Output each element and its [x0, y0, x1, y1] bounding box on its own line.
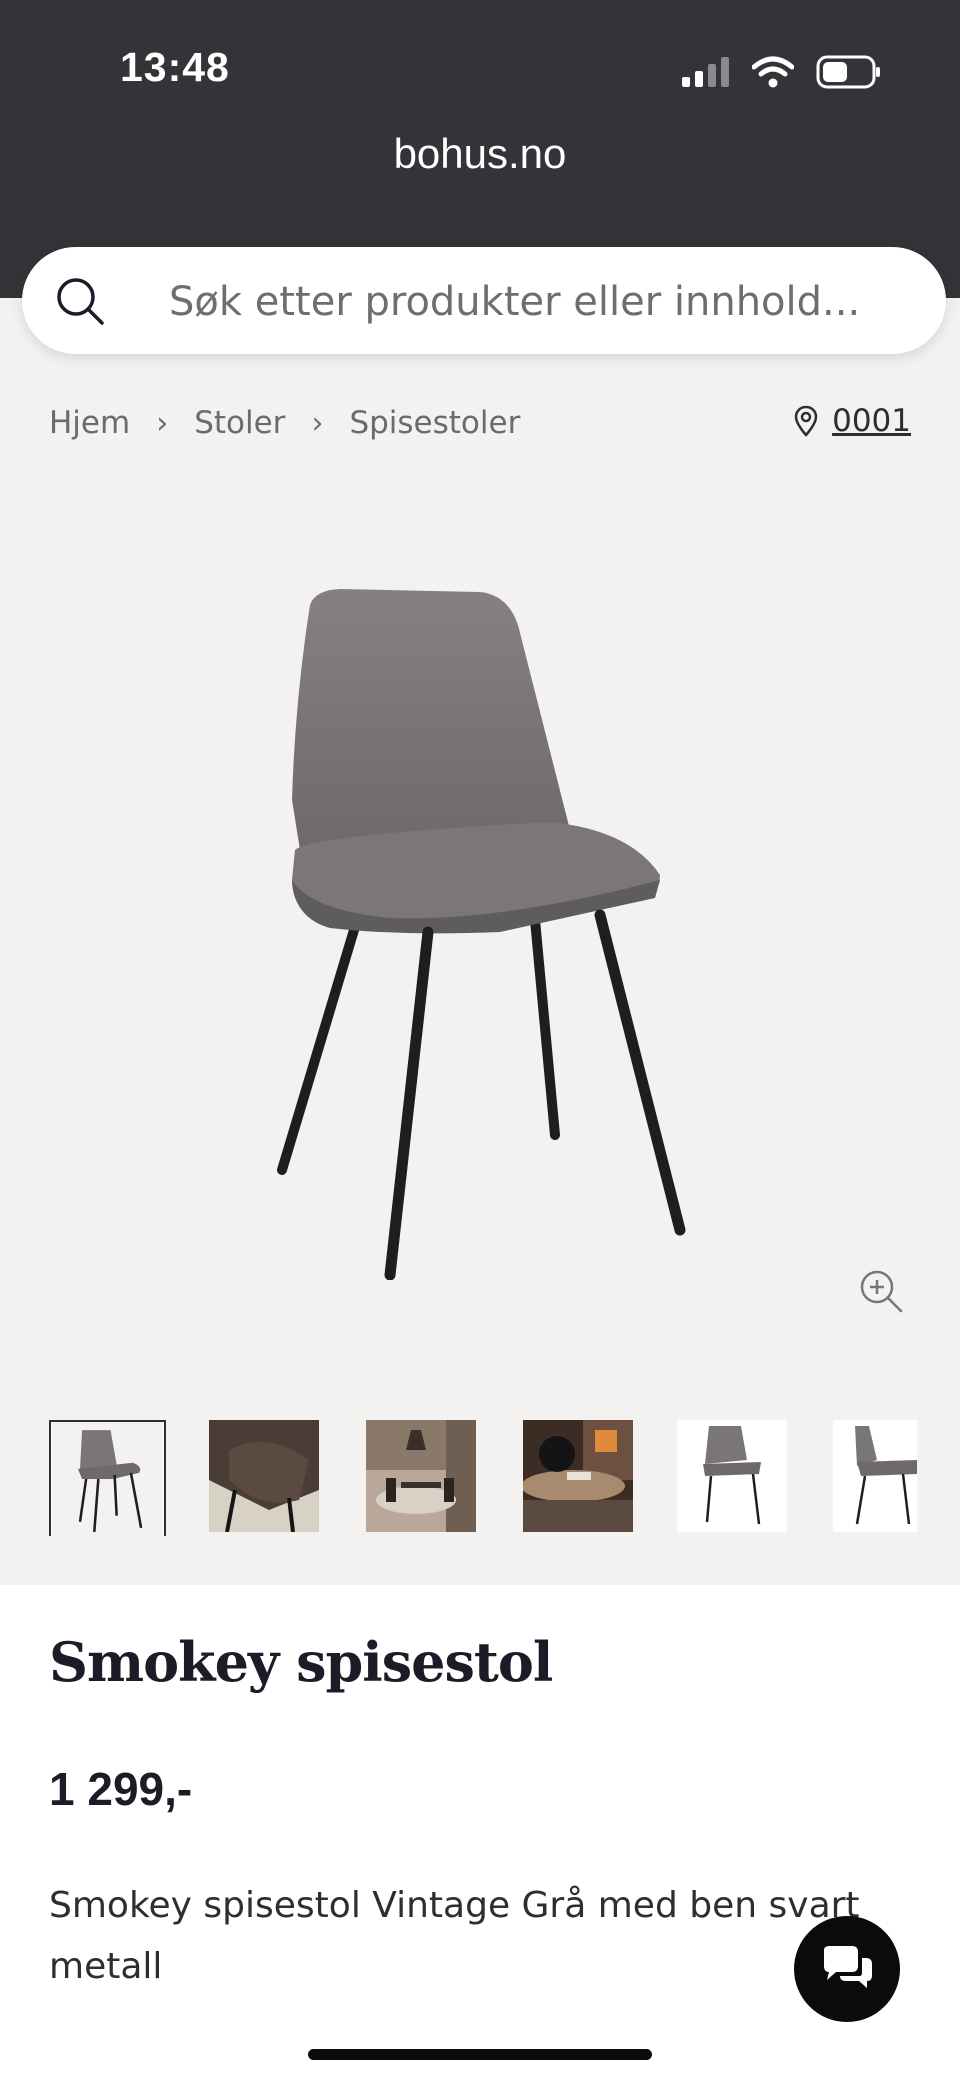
thumbnail-3[interactable] [366, 1420, 476, 1532]
search-bar[interactable] [22, 247, 946, 356]
wifi-icon [752, 56, 794, 88]
product-title: Smokey spisestol [49, 1630, 553, 1694]
browser-url[interactable]: bohus.no [0, 130, 960, 178]
breadcrumb: Hjem › Stoler › Spisestoler [49, 405, 520, 441]
chat-icon [824, 1946, 872, 1988]
search-icon[interactable] [52, 273, 108, 329]
chevron-right-icon: › [156, 405, 169, 441]
product-main-image[interactable] [250, 580, 690, 1280]
breadcrumb-spisestoler[interactable]: Spisestoler [349, 405, 520, 441]
thumbnail-strip [49, 1420, 917, 1536]
battery-icon [816, 55, 880, 89]
chat-button[interactable] [794, 1916, 900, 2022]
status-icons [682, 52, 882, 92]
thumbnail-1[interactable] [49, 1420, 166, 1536]
breadcrumb-stoler[interactable]: Stoler [194, 405, 285, 441]
zoom-in-icon[interactable] [858, 1268, 904, 1314]
thumbnail-6[interactable] [833, 1420, 917, 1532]
thumbnail-4[interactable] [523, 1420, 633, 1532]
product-description: Smokey spisestol Vintage Grå med ben sva… [49, 1885, 860, 1987]
chevron-right-icon: › [311, 405, 324, 441]
home-indicator [308, 2049, 652, 2060]
thumbnail-5[interactable] [677, 1420, 787, 1532]
product-price: 1 299,- [49, 1763, 193, 1815]
location-pin-icon [794, 405, 818, 437]
status-time: 13:48 [120, 44, 230, 90]
store-code[interactable]: 0001 [832, 403, 911, 439]
search-input[interactable] [167, 247, 931, 356]
thumbnail-2[interactable] [209, 1420, 319, 1532]
breadcrumb-home[interactable]: Hjem [49, 405, 130, 441]
store-selector[interactable]: 0001 [794, 403, 911, 439]
signal-icon [682, 57, 729, 87]
